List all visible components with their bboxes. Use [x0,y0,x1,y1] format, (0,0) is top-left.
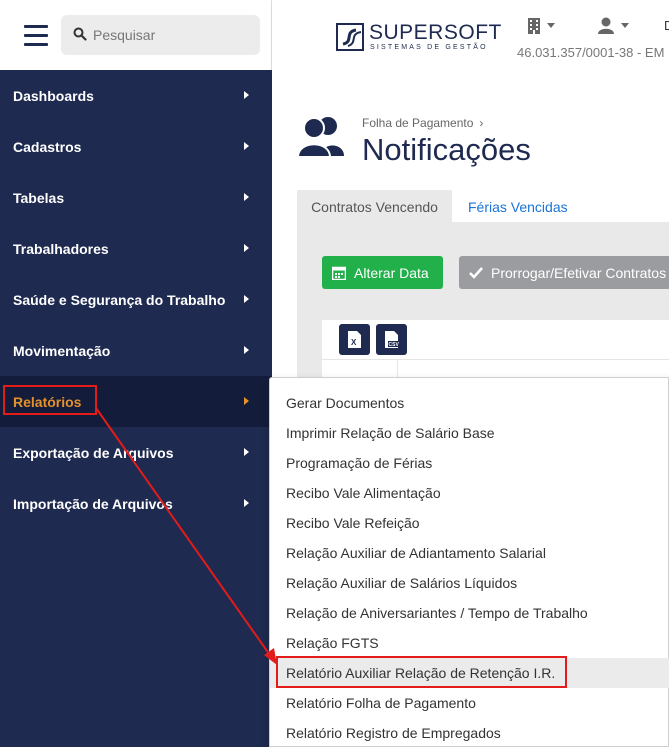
submenu-item[interactable]: Gerar Documentos [270,388,669,418]
sidebar-item-cadastros[interactable]: Cadastros [0,121,272,172]
chevron-right-icon [244,91,249,99]
search-icon [73,27,87,41]
calendar-icon [332,266,346,280]
supersoft-logo-icon [336,23,364,51]
sidebar-item-trabalhadores[interactable]: Trabalhadores [0,223,272,274]
submenu-item[interactable]: Relatório Registro de Empregados [270,718,669,747]
svg-text:X: X [351,338,357,347]
chevron-right-icon [244,244,249,252]
top-bar: SUPERSOFT SISTEMAS DE GESTÃO D 46.031.35… [272,0,669,70]
sidebar-item-importacao[interactable]: Importação de Arquivos [0,478,272,529]
sidebar-item-label: Saúde e Segurança do Trabalho [13,291,226,308]
sidebar-item-label: Dashboards [13,87,94,104]
supersoft-logo: SUPERSOFT SISTEMAS DE GESTÃO [336,21,501,55]
sidebar-item-saude-seguranca[interactable]: Saúde e Segurança do Trabalho [0,274,272,325]
check-icon [469,266,483,279]
caret-down-icon [621,22,629,28]
search-box[interactable] [61,15,260,55]
reports-submenu: Gerar Documentos Imprimir Relação de Sal… [269,377,669,747]
company-cnpj: 46.031.357/0001-38 - EM [517,45,665,60]
sidebar-item-label: Cadastros [13,138,82,155]
chevron-right-icon [244,142,249,150]
sidebar: Dashboards Cadastros Tabelas Trabalhador… [0,0,272,747]
submenu-item[interactable]: Recibo Vale Alimentação [270,478,669,508]
export-excel-button[interactable]: X [339,324,370,355]
sidebar-top [0,0,272,70]
breadcrumb: Folha de Pagamento › [362,116,483,130]
submenu-item[interactable]: Relação Auxiliar de Salários Líquidos [270,568,669,598]
chevron-right-icon: › [479,116,484,130]
submenu-item[interactable]: Imprimir Relação de Salário Base [270,418,669,448]
logo-subtitle: SISTEMAS DE GESTÃO [370,44,488,51]
export-csv-button[interactable]: CSV [376,324,407,355]
chevron-right-icon [244,499,249,507]
tab-contratos-vencendo[interactable]: Contratos Vencendo [297,190,452,222]
logo-name: SUPERSOFT [369,21,502,44]
submenu-item[interactable]: Relação Auxiliar de Adiantamento Salaria… [270,538,669,568]
sidebar-item-label: Tabelas [13,189,65,206]
chevron-right-icon [244,397,249,405]
chevron-right-icon [244,193,249,201]
sidebar-menu: Dashboards Cadastros Tabelas Trabalhador… [0,70,272,529]
chevron-right-icon [244,346,249,354]
excel-file-icon: X [348,331,361,348]
hamburger-menu-icon[interactable] [24,25,48,47]
submenu-item[interactable]: Programação de Férias [270,448,669,478]
submenu-item[interactable]: Relação de Aniversariantes / Tempo de Tr… [270,598,669,628]
sidebar-item-dashboards[interactable]: Dashboards [0,70,272,121]
user-menu[interactable] [597,16,629,34]
sidebar-item-movimentacao[interactable]: Movimentação [0,325,272,376]
chevron-right-icon [244,295,249,303]
sidebar-item-label: Exportação de Arquivos [13,444,174,461]
caret-down-icon [547,22,555,28]
breadcrumb-item[interactable]: Folha de Pagamento [362,116,473,130]
sidebar-item-label: Movimentação [13,342,111,359]
alter-date-button[interactable]: Alterar Data [322,256,443,289]
company-selector[interactable] [527,16,555,34]
submenu-item[interactable]: Relação FGTS [270,628,669,658]
chevron-right-icon [244,448,249,456]
page-title: Notificações [362,132,531,167]
extend-contracts-label: Prorrogar/Efetivar Contratos [491,264,667,281]
submenu-item[interactable]: Recibo Vale Refeição [270,508,669,538]
search-input[interactable] [93,23,253,47]
tab-ferias-vencidas[interactable]: Férias Vencidas [468,190,568,222]
svg-text:CSV: CSV [389,342,400,348]
user-icon [598,17,614,34]
building-icon [528,17,540,34]
alter-date-label: Alterar Data [354,264,429,281]
extend-contracts-button[interactable]: Prorrogar/Efetivar Contratos [459,256,669,289]
sidebar-item-tabelas[interactable]: Tabelas [0,172,272,223]
users-icon [297,117,344,158]
submenu-item[interactable]: Relatório Folha de Pagamento [270,688,669,718]
export-toolbar: X CSV [322,320,669,360]
sidebar-item-label: Trabalhadores [13,240,109,257]
annotation-box-retencao [276,656,567,688]
annotation-box-relatorios [3,385,97,415]
top-right-label: D [664,18,669,33]
sidebar-item-exportacao[interactable]: Exportação de Arquivos [0,427,272,478]
csv-file-icon: CSV [385,331,400,348]
sidebar-item-label: Importação de Arquivos [13,495,173,512]
